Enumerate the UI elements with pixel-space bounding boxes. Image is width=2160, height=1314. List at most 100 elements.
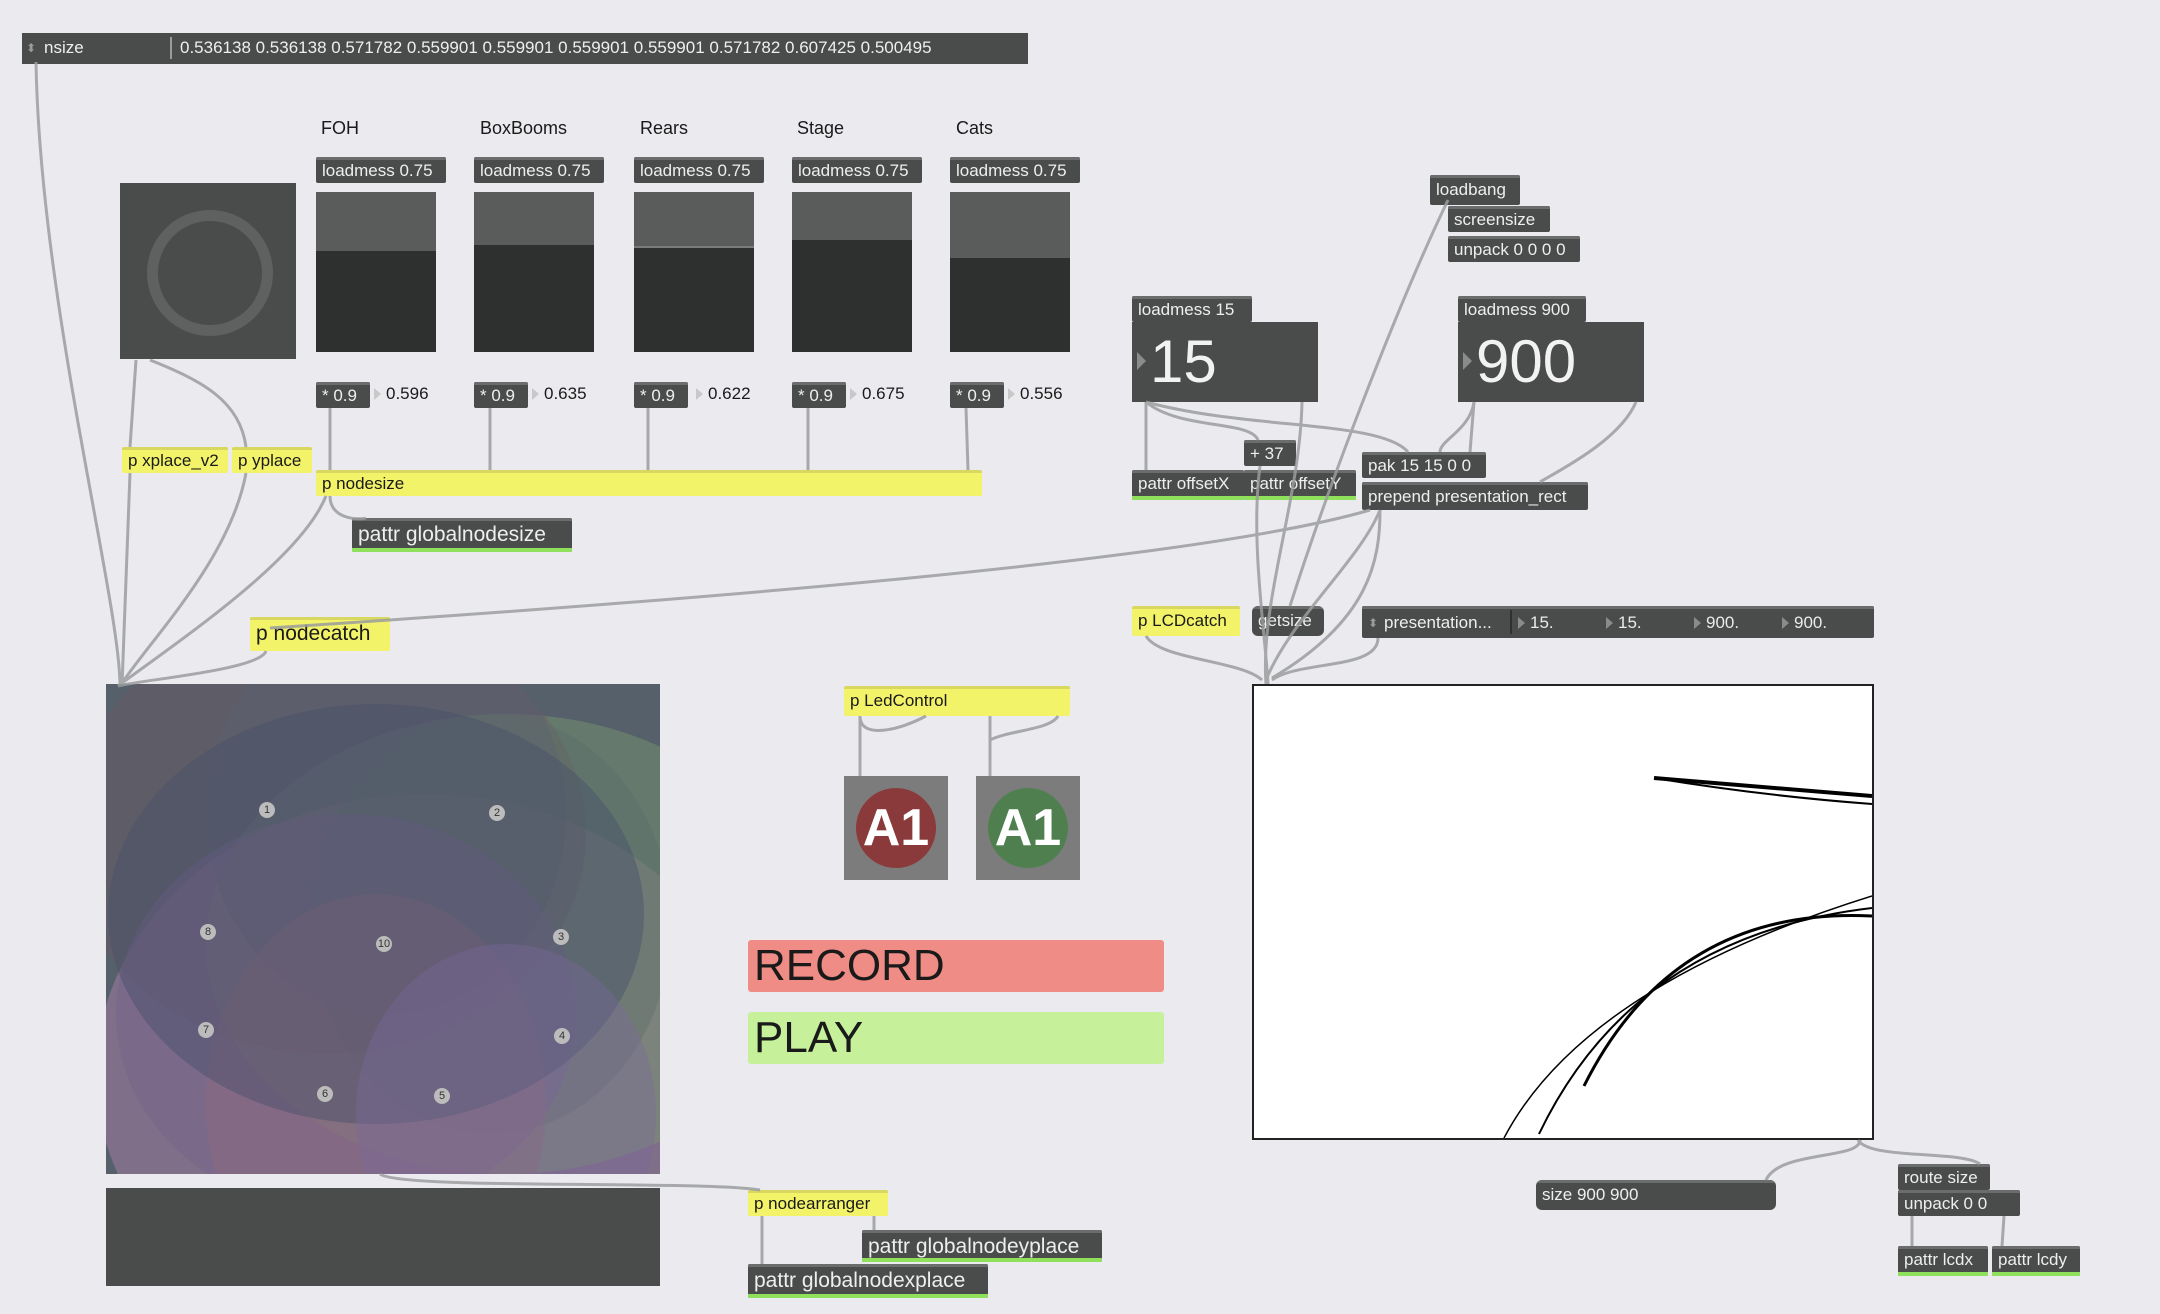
subpatch-yplace[interactable]: p yplace	[232, 447, 312, 473]
mult-cats[interactable]: * 0.9	[950, 382, 1004, 408]
slider-foh[interactable]	[316, 192, 436, 352]
offset-x-value: 15	[1150, 328, 1217, 395]
slider-fill	[950, 258, 1070, 352]
node-2[interactable]: 2	[489, 805, 505, 821]
subpatch-lcdcatch[interactable]: p LCDcatch	[1132, 606, 1240, 636]
group-label-foh: FOH	[321, 118, 359, 138]
max-patcher-canvas[interactable]: ⬍ nsize 0.536138 0.536138 0.571782 0.559…	[0, 0, 2160, 1314]
node-map[interactable]: 1 2 3 4 5 6 7 8 10	[106, 684, 660, 1174]
pattr-offsetx[interactable]: pattr offsetX	[1132, 470, 1244, 500]
unpack-2-object[interactable]: unpack 0 0	[1898, 1190, 2020, 1216]
slider-fill	[474, 245, 594, 352]
pak-object[interactable]: pak 15 15 0 0	[1362, 452, 1486, 478]
nsize-divider	[170, 37, 172, 59]
slider-fill	[316, 251, 436, 352]
loadmess-stage[interactable]: loadmess 0.75	[792, 157, 922, 183]
play-button[interactable]: PLAY	[748, 1012, 1164, 1064]
loadmess-boxbooms[interactable]: loadmess 0.75	[474, 157, 604, 183]
loadmess-rears[interactable]: loadmess 0.75	[634, 157, 764, 183]
pattr-lcdx[interactable]: pattr lcdx	[1898, 1246, 1988, 1276]
bottom-panel	[106, 1188, 660, 1286]
numbox-value: 0.596	[386, 384, 429, 403]
group-label-rears: Rears	[640, 118, 689, 138]
numbox-value: 0.635	[544, 384, 587, 403]
pattr-globalnodeyplace[interactable]: pattr globalnodeyplace	[862, 1230, 1102, 1262]
node-3[interactable]: 3	[553, 929, 569, 945]
node-6[interactable]: 6	[317, 1086, 333, 1102]
numbox-cats[interactable]: 0.556	[1004, 383, 1074, 405]
slider-fill	[792, 240, 912, 352]
nsize-label: nsize	[44, 38, 84, 57]
presentation-value-2: 15.	[1602, 612, 1690, 634]
offset-x-number[interactable]: 15	[1132, 322, 1318, 402]
message-arrows-icon: ⬍	[26, 41, 37, 55]
slider-cats[interactable]	[950, 192, 1070, 352]
nsize-message-box[interactable]: ⬍ nsize 0.536138 0.536138 0.571782 0.559…	[22, 33, 1028, 64]
led-disc: A1	[988, 788, 1068, 868]
presentation-message[interactable]: ⬍ presentation... 15. 15. 900. 900.	[1362, 606, 1874, 638]
subpatch-nodearranger[interactable]: p nodearranger	[748, 1190, 888, 1216]
dial-ring	[147, 210, 273, 336]
message-arrows-icon: ⬍	[1368, 616, 1379, 630]
loadmess-900[interactable]: loadmess 900	[1458, 296, 1586, 322]
lcd-canvas[interactable]	[1252, 684, 1874, 1140]
screensize-object[interactable]: screensize	[1448, 206, 1550, 232]
pattr-offsety[interactable]: pattr offsetY	[1244, 470, 1356, 500]
getsize-message[interactable]: getsize	[1252, 606, 1324, 636]
mult-rears[interactable]: * 0.9	[634, 382, 688, 408]
node-1[interactable]: 1	[259, 802, 275, 818]
presentation-divider	[1510, 610, 1512, 634]
route-size-object[interactable]: route size	[1898, 1164, 1990, 1190]
slider-stage[interactable]	[792, 192, 912, 352]
slider-rears[interactable]	[634, 192, 754, 352]
node-7[interactable]: 7	[198, 1022, 214, 1038]
offset-y-number[interactable]: 900	[1458, 322, 1644, 402]
group-label-stage: Stage	[797, 118, 845, 138]
size-message[interactable]: size 900 900	[1536, 1180, 1776, 1210]
plus-37-object[interactable]: + 37	[1244, 440, 1296, 466]
loadmess-cats[interactable]: loadmess 0.75	[950, 157, 1080, 183]
pattr-globalnodexplace[interactable]: pattr globalnodexplace	[748, 1264, 988, 1298]
loadbang-object[interactable]: loadbang	[1430, 175, 1520, 205]
offset-y-value: 900	[1476, 328, 1577, 395]
node-5[interactable]: 5	[434, 1088, 450, 1104]
unpack-4-object[interactable]: unpack 0 0 0 0	[1448, 236, 1580, 262]
slider-boxbooms[interactable]	[474, 192, 594, 352]
numbox-value: 0.622	[708, 384, 751, 403]
subpatch-nodesize[interactable]: p nodesize	[316, 470, 982, 496]
presentation-label: presentation...	[1384, 613, 1492, 632]
mult-boxbooms[interactable]: * 0.9	[474, 382, 528, 408]
presentation-value-4: 900.	[1778, 612, 1868, 634]
presentation-value-1: 15.	[1514, 612, 1602, 634]
subpatch-xplace[interactable]: p xplace_v2	[122, 447, 228, 473]
subpatch-nodecatch[interactable]: p nodecatch	[250, 617, 390, 651]
pattr-globalnodesize[interactable]: pattr globalnodesize	[352, 518, 572, 552]
loadmess-15[interactable]: loadmess 15	[1132, 296, 1252, 322]
numbox-stage[interactable]: 0.675	[846, 383, 916, 405]
numbox-boxbooms[interactable]: 0.635	[528, 383, 598, 405]
nsize-values: 0.536138 0.536138 0.571782 0.559901 0.55…	[180, 38, 932, 57]
dial[interactable]	[120, 183, 296, 359]
subpatch-ledcontrol[interactable]: p LedControl	[844, 686, 1070, 716]
numbox-rears[interactable]: 0.622	[692, 383, 762, 405]
mult-foh[interactable]: * 0.9	[316, 382, 370, 408]
node-10[interactable]: 10	[376, 936, 392, 952]
group-label-cats: Cats	[956, 118, 994, 138]
lcd-drawing	[1503, 776, 1872, 1138]
presentation-value-3: 900.	[1690, 612, 1778, 634]
led-button-2[interactable]: A1	[976, 776, 1080, 880]
loadmess-foh[interactable]: loadmess 0.75	[316, 157, 446, 183]
node-8[interactable]: 8	[200, 924, 216, 940]
numbox-foh[interactable]: 0.596	[370, 383, 440, 405]
node-4[interactable]: 4	[554, 1028, 570, 1044]
prepend-object[interactable]: prepend presentation_rect	[1362, 482, 1588, 510]
led-disc: A1	[856, 788, 936, 868]
slider-fill	[634, 246, 754, 352]
mult-stage[interactable]: * 0.9	[792, 382, 846, 408]
numbox-value: 0.675	[862, 384, 905, 403]
group-label-boxbooms: BoxBooms	[480, 118, 568, 138]
record-button[interactable]: RECORD	[748, 940, 1164, 992]
node-map-circles	[106, 684, 660, 1174]
pattr-lcdy[interactable]: pattr lcdy	[1992, 1246, 2080, 1276]
led-button-1[interactable]: A1	[844, 776, 948, 880]
